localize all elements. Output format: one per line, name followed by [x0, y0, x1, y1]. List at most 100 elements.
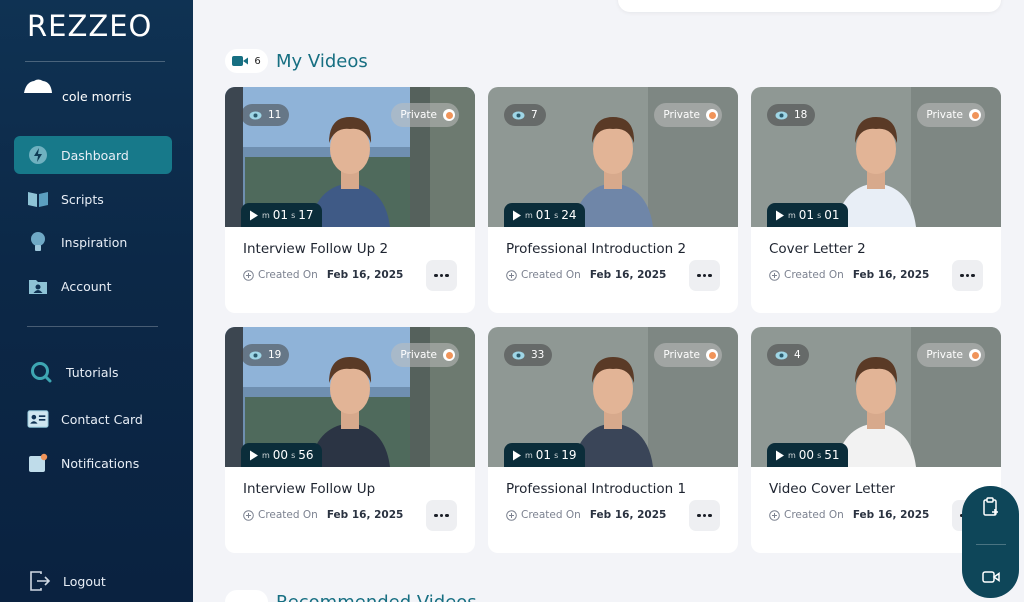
- privacy-status-icon: [706, 109, 718, 121]
- privacy-badge[interactable]: Private: [391, 343, 459, 367]
- video-title[interactable]: Cover Letter 2: [769, 241, 866, 257]
- sidebar-divider: [25, 61, 165, 62]
- video-camera-icon: [232, 56, 249, 66]
- play-icon: [250, 210, 258, 220]
- video-card[interactable]: 18 Private m 01 s 01 Cover Letter 2 Crea…: [751, 87, 1001, 313]
- sidebar-item-label: Inspiration: [61, 234, 128, 250]
- minutes-unit: m: [788, 450, 796, 460]
- created-label: Created On: [521, 509, 581, 521]
- sidebar-item-scripts[interactable]: Scripts: [14, 180, 172, 218]
- duration-badge: m 01 s 01: [767, 203, 848, 227]
- privacy-badge[interactable]: Private: [917, 343, 985, 367]
- video-thumbnail[interactable]: 4 Private m 00 s 51: [751, 327, 1001, 467]
- video-thumbnail[interactable]: 11 Private m 01 s 17: [225, 87, 475, 227]
- brand-logo[interactable]: REZZEO: [27, 9, 152, 43]
- views-badge: 19: [241, 344, 290, 366]
- video-thumbnail[interactable]: 18 Private m 01 s 01: [751, 87, 1001, 227]
- video-card[interactable]: 11 Private m 01 s 17 Interview Follow Up…: [225, 87, 475, 313]
- video-title[interactable]: Professional Introduction 2: [506, 241, 686, 257]
- top-card: [618, 0, 1001, 12]
- more-options-button[interactable]: [426, 500, 457, 531]
- privacy-status-icon: [706, 349, 718, 361]
- sidebar-item-label: Account: [61, 278, 112, 294]
- sidebar-item-account[interactable]: Account: [14, 267, 172, 305]
- avatar: [22, 78, 54, 94]
- account-folder-icon: [27, 275, 49, 297]
- views-badge: 7: [504, 104, 546, 126]
- sidebar-item-tutorials[interactable]: Tutorials: [20, 353, 178, 391]
- eye-icon: [249, 111, 262, 119]
- video-title[interactable]: Interview Follow Up 2: [243, 241, 388, 257]
- sidebar-item-contact-card[interactable]: Contact Card: [14, 400, 172, 438]
- privacy-label: Private: [663, 109, 700, 121]
- duration-badge: m 01 s 24: [504, 203, 585, 227]
- duration-seconds: 51: [824, 448, 840, 462]
- eye-icon: [249, 351, 262, 359]
- minutes-unit: m: [788, 210, 796, 220]
- video-card[interactable]: 7 Private m 01 s 24 Professional Introdu…: [488, 87, 738, 313]
- more-options-button[interactable]: [426, 260, 457, 291]
- created-label: Created On: [258, 509, 318, 521]
- video-title[interactable]: Professional Introduction 1: [506, 481, 686, 497]
- privacy-status-icon: [443, 349, 455, 361]
- minutes-unit: m: [525, 210, 533, 220]
- seconds-unit: s: [291, 210, 296, 220]
- view-count: 11: [268, 109, 282, 121]
- privacy-badge[interactable]: Private: [391, 103, 459, 127]
- floating-action-menu: [962, 486, 1019, 598]
- sidebar-item-dashboard[interactable]: Dashboard: [14, 136, 172, 174]
- privacy-badge[interactable]: Private: [654, 343, 722, 367]
- video-record-icon[interactable]: [981, 568, 1000, 587]
- privacy-badge[interactable]: Private: [654, 103, 722, 127]
- created-date-value: Feb 16, 2025: [852, 509, 930, 521]
- plus-circle-icon: [769, 509, 780, 521]
- views-badge: 11: [241, 104, 290, 126]
- duration-badge: m 00 s 56: [241, 443, 322, 467]
- duration-minutes: 00: [272, 448, 289, 462]
- seconds-unit: s: [291, 450, 296, 460]
- video-title[interactable]: Interview Follow Up: [243, 481, 375, 497]
- duration-badge: m 01 s 19: [504, 443, 585, 467]
- sidebar: REZZEO cole morris Dashboard Scripts Ins…: [0, 0, 193, 602]
- lightbulb-icon: [27, 231, 49, 253]
- logout-icon: [29, 570, 51, 592]
- video-thumbnail[interactable]: 7 Private m 01 s 24: [488, 87, 738, 227]
- plus-circle-icon: [769, 269, 780, 281]
- video-card[interactable]: 19 Private m 00 s 56 Interview Follow Up…: [225, 327, 475, 553]
- privacy-label: Private: [400, 349, 437, 361]
- seconds-unit: s: [817, 450, 822, 460]
- more-options-button[interactable]: [952, 260, 983, 291]
- video-count: 6: [254, 55, 261, 67]
- privacy-status-icon: [443, 109, 455, 121]
- duration-minutes: 01: [535, 208, 552, 222]
- eye-icon: [775, 351, 788, 359]
- book-icon: [27, 188, 49, 210]
- more-options-button[interactable]: [689, 260, 720, 291]
- created-date-value: Feb 16, 2025: [326, 269, 404, 281]
- video-thumbnail[interactable]: 33 Private m 01 s 19: [488, 327, 738, 467]
- user-profile[interactable]: cole morris: [22, 78, 132, 104]
- created-date: Created On Feb 16, 2025: [506, 269, 666, 281]
- clipboard-add-icon[interactable]: [982, 497, 1000, 521]
- privacy-status-icon: [969, 349, 981, 361]
- created-date-value: Feb 16, 2025: [589, 509, 667, 521]
- eye-icon: [512, 111, 525, 119]
- plus-circle-icon: [243, 269, 254, 281]
- video-thumbnail[interactable]: 19 Private m 00 s 56: [225, 327, 475, 467]
- logout-button[interactable]: Logout: [16, 562, 174, 600]
- sidebar-item-inspiration[interactable]: Inspiration: [14, 223, 172, 261]
- search-icon: [30, 361, 52, 383]
- eye-icon: [512, 351, 525, 359]
- video-card[interactable]: 33 Private m 01 s 19 Professional Introd…: [488, 327, 738, 553]
- duration-minutes: 01: [535, 448, 552, 462]
- duration-seconds: 01: [824, 208, 840, 222]
- privacy-label: Private: [926, 349, 963, 361]
- sidebar-item-notifications[interactable]: Notifications: [14, 444, 172, 482]
- fab-divider: [975, 543, 1006, 545]
- minutes-unit: m: [262, 210, 270, 220]
- more-options-button[interactable]: [689, 500, 720, 531]
- privacy-badge[interactable]: Private: [917, 103, 985, 127]
- video-title[interactable]: Video Cover Letter: [769, 481, 895, 497]
- sidebar-item-label: Notifications: [61, 455, 140, 471]
- minutes-unit: m: [262, 450, 270, 460]
